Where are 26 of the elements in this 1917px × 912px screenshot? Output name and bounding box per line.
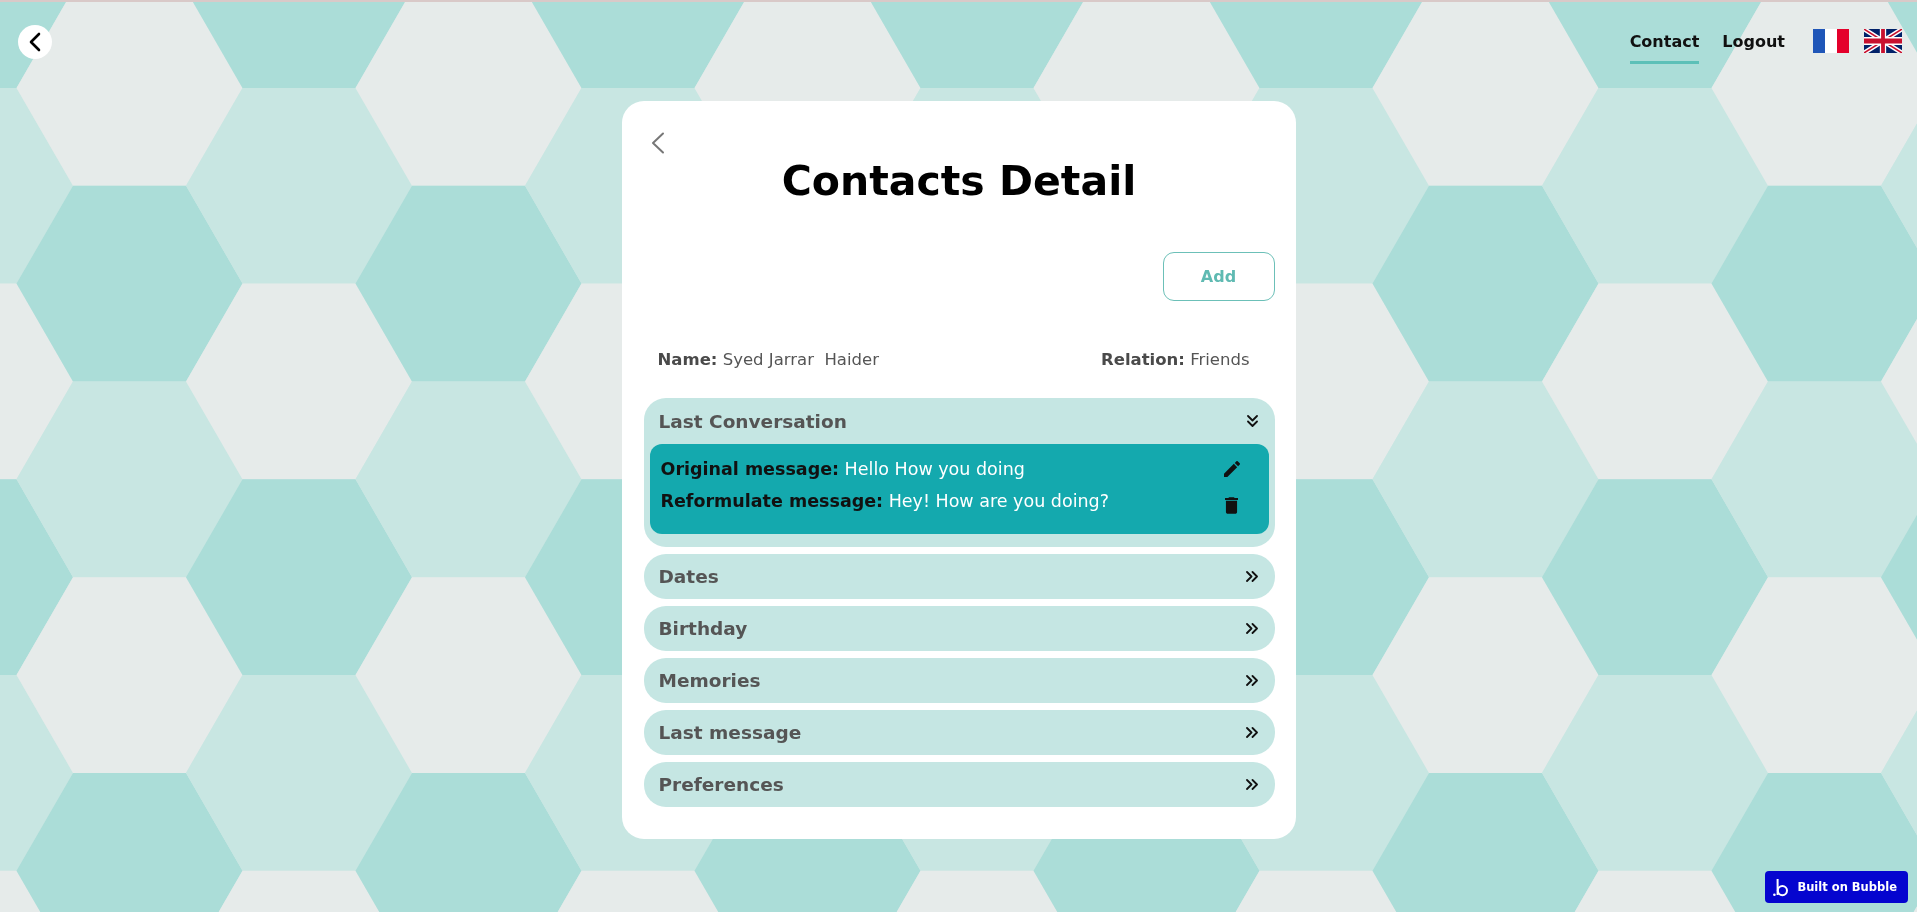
double-chevron-right-icon: [1245, 623, 1258, 634]
double-chevron-right-icon: [1245, 727, 1258, 738]
double-chevron-right-icon: [1245, 571, 1258, 582]
double-chevron-right-icon: [1245, 675, 1258, 686]
nav-link[interactable]: Contact: [1629, 25, 1700, 64]
accordion-header[interactable]: Last message: [643, 710, 1275, 755]
accordion-header[interactable]: Preferences: [643, 762, 1275, 807]
platform-badge[interactable]: Built on Bubble: [1765, 871, 1908, 903]
contact-relation-text: Relation: Friends: [1101, 349, 1250, 371]
accordion-header[interactable]: Birthday: [643, 606, 1275, 651]
contact-name-text: Name: Syed Jarrar Haider: [657, 349, 879, 371]
accordion-header[interactable]: Memories: [643, 658, 1275, 703]
page-title: Contacts Detail: [781, 157, 1137, 205]
accordion-header[interactable]: Last Conversation: [643, 398, 1275, 444]
logo-icon: [1773, 877, 1789, 897]
trash-icon[interactable]: [1225, 497, 1238, 514]
double-chevron-down-icon: [1246, 415, 1258, 427]
chevron-left-icon[interactable]: [18, 25, 52, 59]
accordion-header[interactable]: Dates: [643, 554, 1275, 599]
pencil-icon[interactable]: [1223, 461, 1240, 477]
reformulated-message-text: Reformulate message: Hey! How are you doing?: [660, 490, 1109, 512]
nav-link[interactable]: Logout: [1722, 25, 1785, 64]
original-message-text: Original message: Hello How you doing: [660, 458, 1025, 480]
uk-flag-icon[interactable]: [1864, 29, 1902, 53]
france-flag-icon[interactable]: [1813, 29, 1849, 53]
double-chevron-right-icon: [1245, 779, 1258, 790]
